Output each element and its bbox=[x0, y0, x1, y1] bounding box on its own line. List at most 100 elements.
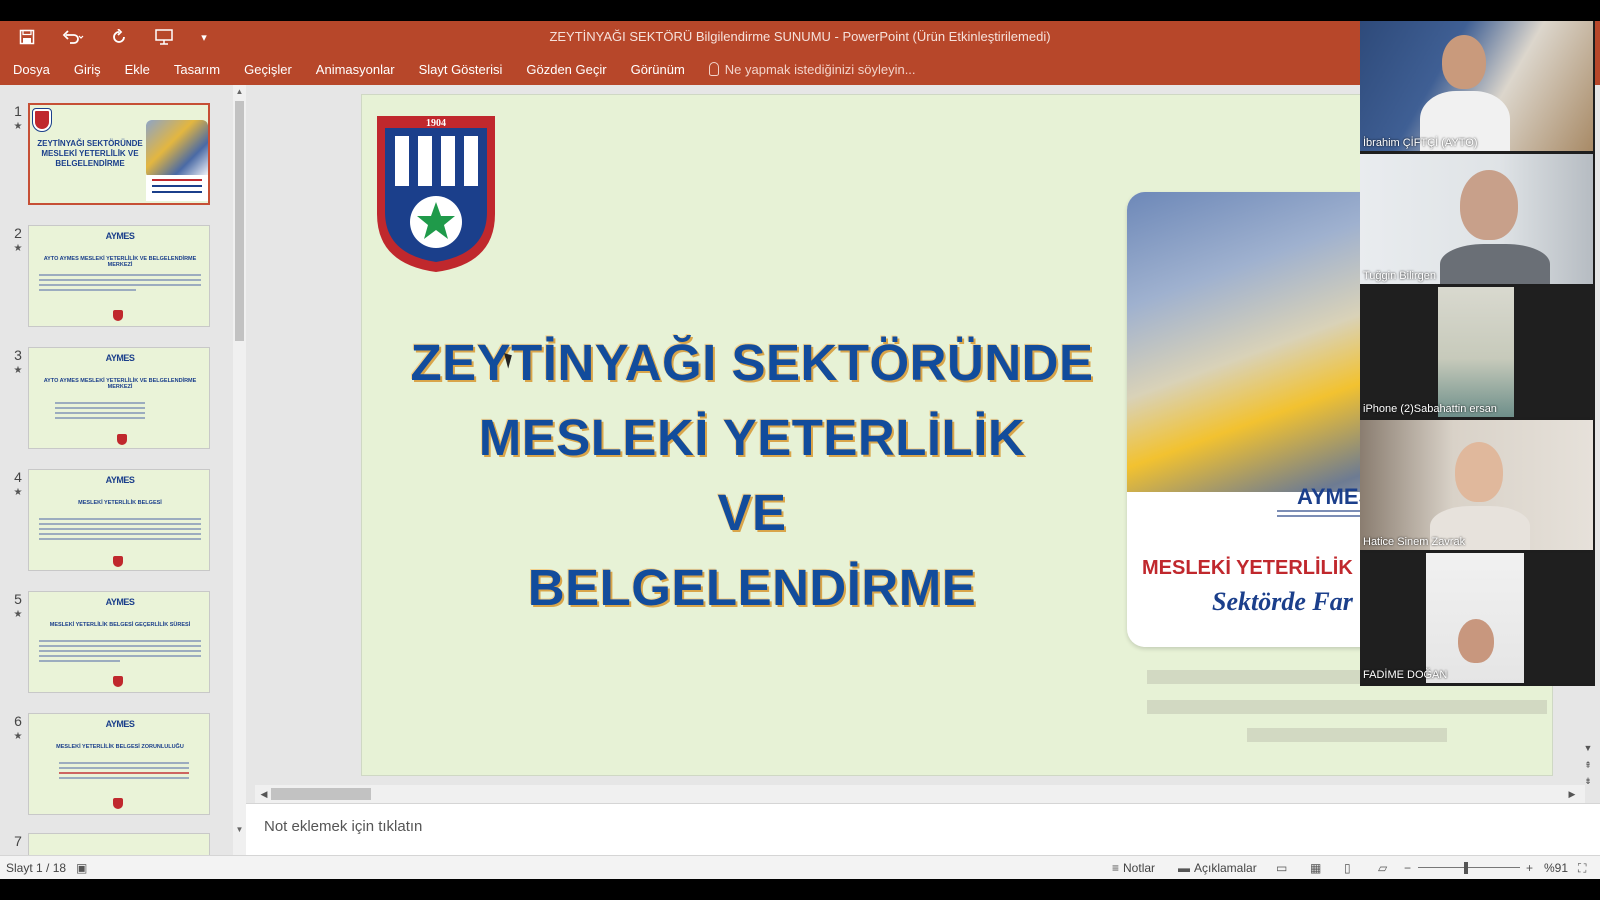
thumbnail-heading: AYTO AYMES MESLEKİ YETERLİLİK VE BELGELE… bbox=[43, 378, 197, 390]
animation-star-icon: ★ bbox=[13, 609, 23, 620]
tell-me-box[interactable]: Ne yapmak istediğinizi söyleyin... bbox=[708, 61, 916, 77]
slide-counter[interactable]: Slayt 1 / 18 bbox=[6, 856, 66, 880]
notes-icon: ≡ bbox=[1112, 861, 1120, 875]
comments-label: Açıklamalar bbox=[1194, 861, 1257, 875]
participant-tile[interactable]: FADİME DOĞAN bbox=[1360, 553, 1593, 683]
logo-year: 1904 bbox=[426, 118, 446, 129]
flyer-brand-subtitle bbox=[1277, 510, 1367, 524]
thumbnail-preview: AYMES MESLEKİ YETERLİLİK BELGESİ bbox=[28, 469, 210, 571]
thumbnail-body bbox=[39, 274, 201, 294]
thumbnail-preview: AYMES MESLEKİ YETERLİLİK BELGESİ GEÇERLİ… bbox=[28, 591, 210, 693]
slide-thumbnail-pane: 1 ★ ZEYTİNYAĞI SEKTÖRÜNDE MESLEKİ YETERL… bbox=[0, 85, 246, 855]
animation-star-icon: ★ bbox=[13, 121, 23, 132]
tab-giris[interactable]: Giriş bbox=[74, 62, 101, 77]
chamber-logo-icon bbox=[113, 310, 123, 321]
video-call-panel: İbrahim ÇİFTÇİ (AYTO) Tuğgin Bilirgen iP… bbox=[1360, 21, 1595, 686]
scroll-down-icon[interactable]: ▼ bbox=[1580, 740, 1596, 756]
chamber-logo-icon bbox=[113, 556, 123, 567]
scrollbar-thumb[interactable] bbox=[271, 788, 371, 800]
reading-view-icon[interactable]: ▯ bbox=[1344, 856, 1351, 880]
chamber-logo-icon bbox=[32, 108, 52, 132]
thumbnail-number: 7 bbox=[14, 833, 22, 849]
slide-thumbnail-2[interactable]: 2 ★ AYMES AYTO AYMES MESLEKİ YETERLİLİK … bbox=[8, 225, 213, 329]
slide-thumbnail-7[interactable]: 7 bbox=[8, 833, 213, 855]
thumbnail-heading: AYTO AYMES MESLEKİ YETERLİLİK VE BELGELE… bbox=[43, 256, 197, 268]
slide-thumbnail-6[interactable]: 6 ★ AYMES MESLEKİ YETERLİLİK BELGESİ ZOR… bbox=[8, 713, 213, 817]
zoom-slider-thumb[interactable] bbox=[1464, 862, 1468, 874]
chamber-logo-icon bbox=[113, 798, 123, 809]
scroll-left-icon[interactable]: ◀ bbox=[257, 787, 271, 801]
tab-dosya[interactable]: Dosya bbox=[13, 62, 50, 77]
title-line: VE bbox=[717, 484, 787, 541]
thumbnail-title: ZEYTİNYAĞI SEKTÖRÜNDE MESLEKİ YETERLİLİK… bbox=[37, 139, 143, 168]
previous-slide-icon[interactable]: ⇞ bbox=[1580, 757, 1596, 773]
slide-horizontal-scrollbar[interactable]: ◀ ▶ bbox=[255, 785, 1585, 803]
participant-name: iPhone (2)Sabahattin ersan bbox=[1363, 403, 1497, 415]
undo-icon[interactable] bbox=[60, 24, 86, 50]
participant-tile[interactable]: Hatice Sinem Zavrak bbox=[1360, 420, 1593, 550]
thumbnail-preview bbox=[28, 833, 210, 855]
participant-tile[interactable]: Tuğgin Bilirgen bbox=[1360, 154, 1593, 284]
lightbulb-icon bbox=[708, 62, 719, 76]
animation-star-icon: ★ bbox=[13, 365, 23, 376]
aymes-logo: AYMES bbox=[105, 231, 135, 241]
thumbnail-number: 1 bbox=[14, 103, 22, 119]
fit-to-window-icon[interactable]: ⛶ bbox=[1578, 856, 1586, 880]
thumbnail-preview: AYMES MESLEKİ YETERLİLİK BELGESİ ZORUNLU… bbox=[28, 713, 210, 815]
slide-thumbnail-5[interactable]: 5 ★ AYMES MESLEKİ YETERLİLİK BELGESİ GEÇ… bbox=[8, 591, 213, 695]
thumbnail-preview: AYMES AYTO AYMES MESLEKİ YETERLİLİK VE B… bbox=[28, 225, 210, 327]
slideshow-view-icon[interactable]: ▱ bbox=[1378, 856, 1387, 880]
thumbnail-heading: MESLEKİ YETERLİLİK BELGESİ bbox=[78, 500, 162, 506]
thumbnail-preview: AYMES AYTO AYMES MESLEKİ YETERLİLİK VE B… bbox=[28, 347, 210, 449]
slide-title[interactable]: ZEYTİNYAĞI SEKTÖRÜNDE MESLEKİ YETERLİLİK… bbox=[392, 325, 1112, 625]
quick-access-toolbar: ▾ bbox=[14, 21, 210, 53]
notes-button[interactable]: ≡ Notlar bbox=[1112, 856, 1155, 880]
redo-icon[interactable] bbox=[106, 24, 132, 50]
animation-star-icon: ★ bbox=[13, 731, 23, 742]
tab-tasarim[interactable]: Tasarım bbox=[174, 62, 220, 77]
comment-icon: ▬ bbox=[1178, 861, 1190, 875]
notes-placeholder: Not eklemek için tıklatın bbox=[264, 818, 423, 835]
flyer-brand-logo: AYMES bbox=[1297, 484, 1374, 509]
thumbnail-preview: ZEYTİNYAĞI SEKTÖRÜNDE MESLEKİ YETERLİLİK… bbox=[28, 103, 210, 205]
thumbnail-body bbox=[39, 640, 201, 665]
zoom-level[interactable]: %91 bbox=[1544, 856, 1568, 880]
tab-gecisler[interactable]: Geçişler bbox=[244, 62, 292, 77]
zoom-out-icon[interactable]: − bbox=[1404, 856, 1411, 880]
scrollbar-thumb[interactable] bbox=[235, 101, 244, 341]
tab-slayt-gosterisi[interactable]: Slayt Gösterisi bbox=[419, 62, 503, 77]
participant-tile[interactable]: iPhone (2)Sabahattin ersan bbox=[1360, 287, 1593, 417]
notes-pane[interactable]: Not eklemek için tıklatın bbox=[246, 803, 1600, 855]
zoom-slider[interactable] bbox=[1418, 867, 1520, 868]
chamber-logo-icon bbox=[113, 676, 123, 687]
tab-ekle[interactable]: Ekle bbox=[125, 62, 150, 77]
aymes-logo: AYMES bbox=[105, 719, 135, 729]
chevron-down-icon[interactable]: ▾ bbox=[198, 24, 210, 50]
normal-view-icon[interactable]: ▭ bbox=[1276, 856, 1287, 880]
thumbnail-number: 2 bbox=[14, 225, 22, 241]
thumbnail-number: 6 bbox=[14, 713, 22, 729]
scroll-right-icon[interactable]: ▶ bbox=[1565, 787, 1579, 801]
slide-thumbnail-1[interactable]: 1 ★ ZEYTİNYAĞI SEKTÖRÜNDE MESLEKİ YETERL… bbox=[8, 103, 213, 207]
scroll-down-icon[interactable]: ▼ bbox=[233, 823, 246, 837]
thumbnail-image bbox=[146, 120, 208, 178]
save-icon[interactable] bbox=[14, 24, 40, 50]
slide-thumbnail-4[interactable]: 4 ★ AYMES MESLEKİ YETERLİLİK BELGESİ bbox=[8, 469, 213, 573]
participant-tile[interactable]: İbrahim ÇİFTÇİ (AYTO) bbox=[1360, 21, 1593, 151]
thumbnail-body bbox=[59, 762, 189, 782]
spell-check-icon[interactable]: ▣ bbox=[76, 856, 87, 880]
tell-me-text: Ne yapmak istediğinizi söyleyin... bbox=[724, 61, 916, 77]
tab-gozden-gecir[interactable]: Gözden Geçir bbox=[526, 62, 606, 77]
zoom-in-icon[interactable]: + bbox=[1526, 856, 1533, 880]
thumbnail-scrollbar[interactable]: ▲ ▼ bbox=[233, 85, 246, 855]
chamber-logo-icon bbox=[117, 434, 127, 445]
title-line: BELGELENDİRME bbox=[527, 559, 977, 616]
tab-animasyonlar[interactable]: Animasyonlar bbox=[316, 62, 395, 77]
present-icon[interactable] bbox=[152, 24, 178, 50]
slide-sorter-icon[interactable]: ▦ bbox=[1310, 856, 1321, 880]
aymes-logo: AYMES bbox=[105, 475, 135, 485]
scroll-up-icon[interactable]: ▲ bbox=[233, 85, 246, 99]
tab-gorunum[interactable]: Görünüm bbox=[631, 62, 685, 77]
slide-thumbnail-3[interactable]: 3 ★ AYMES AYTO AYMES MESLEKİ YETERLİLİK … bbox=[8, 347, 213, 451]
comments-button[interactable]: ▬ Açıklamalar bbox=[1178, 856, 1257, 880]
